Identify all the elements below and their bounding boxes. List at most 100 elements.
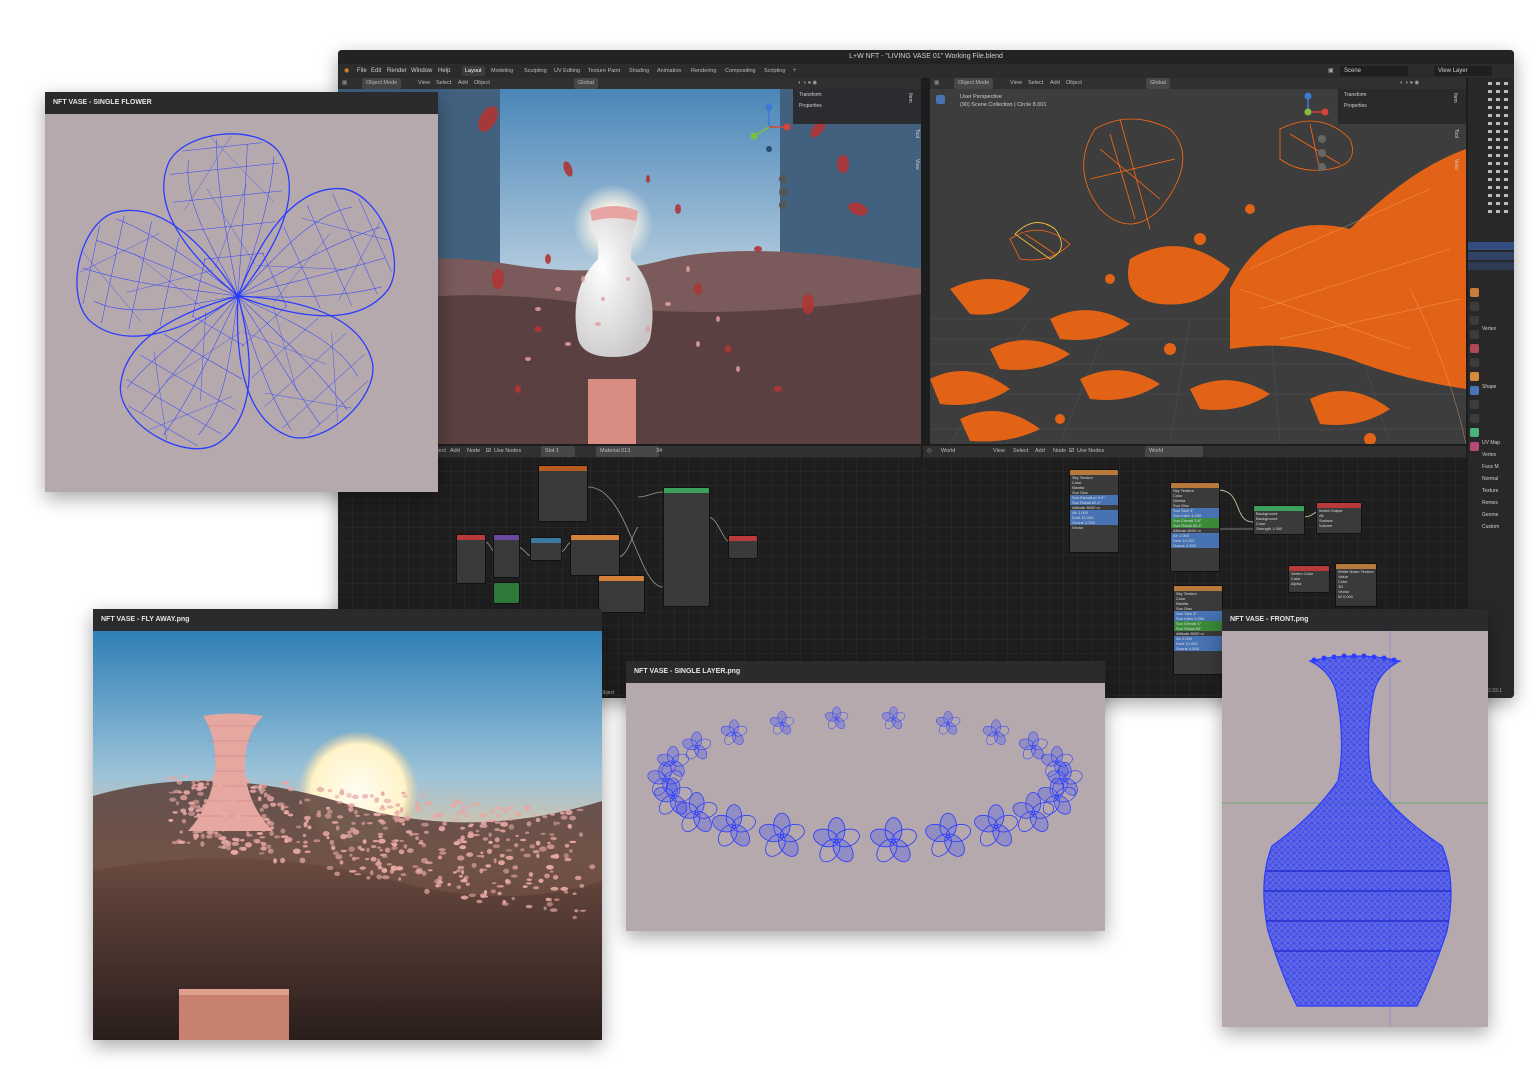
- tab-modeling[interactable]: Modeling: [488, 66, 516, 76]
- sky3-row[interactable]: Ozone 4.500: [1174, 646, 1222, 651]
- node-value-green[interactable]: [493, 582, 520, 604]
- menu-file[interactable]: File: [357, 64, 367, 78]
- node-input-a[interactable]: [456, 534, 486, 584]
- world-name-field[interactable]: World: [1145, 446, 1203, 457]
- node-sky-texture-2[interactable]: Sky Texture Color Nishita Sun Disc Sun S…: [1170, 482, 1220, 572]
- left-properties-panel[interactable]: Properties: [799, 103, 822, 109]
- right-view-menu[interactable]: View: [1010, 78, 1022, 89]
- material-name-field[interactable]: Material.013: [596, 446, 659, 457]
- left-object-menu[interactable]: Object: [474, 78, 490, 89]
- select-tool-icon[interactable]: [936, 95, 945, 104]
- prop-face-maps[interactable]: Face M: [1482, 464, 1499, 470]
- tab-layout[interactable]: Layout: [462, 66, 485, 76]
- menu-edit[interactable]: Edit: [371, 64, 381, 78]
- right-mode-selector[interactable]: Object Mode: [954, 78, 994, 89]
- measure-tool-icon[interactable]: [936, 223, 945, 232]
- particles-properties-icon[interactable]: [1470, 400, 1479, 409]
- right-node-view-menu[interactable]: View: [993, 446, 1005, 457]
- left-node-node-menu[interactable]: Node: [467, 446, 480, 457]
- cursor-tool-icon[interactable]: [936, 111, 945, 120]
- left-tab-view[interactable]: View: [914, 159, 920, 170]
- node-vertex-color[interactable]: Vertex Color Color Alpha: [1288, 565, 1330, 593]
- prop-custom-properties[interactable]: Custom: [1482, 524, 1499, 530]
- annotate-tool-icon[interactable]: [936, 207, 945, 216]
- right-viewport-shading-icons[interactable]: ◐ ◑ ● ◉: [1400, 78, 1419, 89]
- tab-shading[interactable]: Shading: [626, 66, 652, 76]
- sky2-row[interactable]: Ozone 4.200: [1171, 543, 1219, 548]
- world-type-label[interactable]: World: [941, 446, 955, 457]
- material-properties-icon[interactable]: [1470, 442, 1479, 451]
- node-world-output[interactable]: World Output All Surface Volume: [1316, 502, 1362, 534]
- prop-shape-keys[interactable]: Shape: [1482, 384, 1496, 390]
- left-node-add-menu[interactable]: Add: [450, 446, 460, 457]
- right-add-menu[interactable]: Add: [1050, 78, 1060, 89]
- node-vector-math[interactable]: [530, 537, 562, 561]
- add-workspace-icon[interactable]: +: [793, 64, 797, 78]
- node-texture-coordinate[interactable]: [538, 465, 588, 522]
- physics-properties-icon[interactable]: [1470, 414, 1479, 423]
- scene-selector[interactable]: Scene: [1340, 66, 1408, 76]
- world-properties-icon[interactable]: [1470, 358, 1479, 367]
- tab-sculpting[interactable]: Sculpting: [521, 66, 550, 76]
- scale-tool-icon[interactable]: [936, 167, 945, 176]
- prop-geometry-data[interactable]: Geome: [1482, 512, 1498, 518]
- right-viewport[interactable]: User Perspective (90) Scene Collection |…: [930, 89, 1466, 444]
- left-orientation-selector[interactable]: Global: [574, 78, 598, 89]
- viewport-shading-icons[interactable]: ◐ ◑ ● ◉: [798, 78, 817, 89]
- node-color-ramp-a[interactable]: [570, 534, 620, 576]
- menu-window[interactable]: Window: [411, 64, 432, 78]
- view-layer-selector[interactable]: View Layer: [1434, 66, 1492, 76]
- node-color-ramp-b[interactable]: [598, 575, 645, 613]
- right-tab-view[interactable]: View: [1453, 159, 1459, 170]
- prop-texture-space[interactable]: Texture: [1482, 488, 1498, 494]
- tab-scripting[interactable]: Scripting: [761, 66, 788, 76]
- prop-uv-maps[interactable]: UV Map: [1482, 440, 1500, 446]
- right-tab-tool[interactable]: Tool: [1453, 129, 1459, 138]
- editor-type-icon[interactable]: ▦: [342, 78, 347, 89]
- right-node-add-menu[interactable]: Add: [1035, 446, 1045, 457]
- tab-compositing[interactable]: Compositing: [722, 66, 759, 76]
- prop-vertex-colors[interactable]: Vertex: [1482, 452, 1496, 458]
- node-white-noise[interactable]: White Noise Texture Value Color 3D Vecto…: [1335, 563, 1377, 607]
- data-properties-icon[interactable]: [1470, 428, 1479, 437]
- tab-texture-paint[interactable]: Texture Paint: [585, 66, 623, 76]
- right-use-nodes-checkbox[interactable]: ☑: [1069, 446, 1074, 457]
- right-object-menu[interactable]: Object: [1066, 78, 1082, 89]
- left-view-menu[interactable]: View: [418, 78, 430, 89]
- left-select-menu[interactable]: Select: [436, 78, 451, 89]
- left-transform-panel[interactable]: Transform: [799, 92, 822, 98]
- right-orientation-selector[interactable]: Global: [1146, 78, 1170, 89]
- right-properties-panel[interactable]: Properties: [1344, 103, 1367, 109]
- right-tab-item[interactable]: Item: [1452, 93, 1458, 103]
- left-mode-selector[interactable]: Object Mode: [362, 78, 402, 89]
- node-material-output[interactable]: [728, 535, 758, 559]
- view-layer-properties-icon[interactable]: [1470, 330, 1479, 339]
- rotate-tool-icon[interactable]: [936, 151, 945, 160]
- add-cube-tool-icon[interactable]: [936, 241, 945, 250]
- right-select-menu[interactable]: Select: [1028, 78, 1043, 89]
- prop-remesh[interactable]: Remes: [1482, 500, 1498, 506]
- left-tab-tool[interactable]: Tool: [914, 129, 920, 138]
- prop-vertex-groups[interactable]: Vertex: [1482, 326, 1496, 332]
- right-transform-panel[interactable]: Transform: [1344, 92, 1367, 98]
- material-slot-selector[interactable]: Slot 1: [541, 446, 575, 457]
- object-properties-icon[interactable]: [1470, 372, 1479, 381]
- background-row[interactable]: Strength 1.000: [1254, 526, 1304, 531]
- right-node-node-menu[interactable]: Node: [1053, 446, 1066, 457]
- right-editor-type-icon[interactable]: ▦: [934, 78, 939, 89]
- blender-logo-icon[interactable]: ◉: [344, 64, 349, 78]
- tool-properties-icon[interactable]: [1470, 288, 1479, 297]
- node-sky-texture-1[interactable]: Sky Texture Color Nishita Sun Disc Sun E…: [1069, 469, 1119, 553]
- render-properties-icon[interactable]: [1470, 302, 1479, 311]
- white-noise-row[interactable]: W 0.000: [1336, 594, 1376, 599]
- left-add-menu[interactable]: Add: [458, 78, 468, 89]
- left-use-nodes-checkbox[interactable]: ☑: [486, 446, 491, 457]
- node-principled-bsdf[interactable]: [663, 487, 710, 607]
- prop-normals[interactable]: Normal: [1482, 476, 1498, 482]
- left-tab-item[interactable]: Item: [907, 93, 913, 103]
- output-properties-icon[interactable]: [1470, 316, 1479, 325]
- tab-rendering[interactable]: Rendering: [688, 66, 719, 76]
- node-background[interactable]: Background Background Color Strength 1.0…: [1253, 505, 1305, 535]
- move-tool-icon[interactable]: [936, 135, 945, 144]
- right-node-select-menu[interactable]: Select: [1013, 446, 1028, 457]
